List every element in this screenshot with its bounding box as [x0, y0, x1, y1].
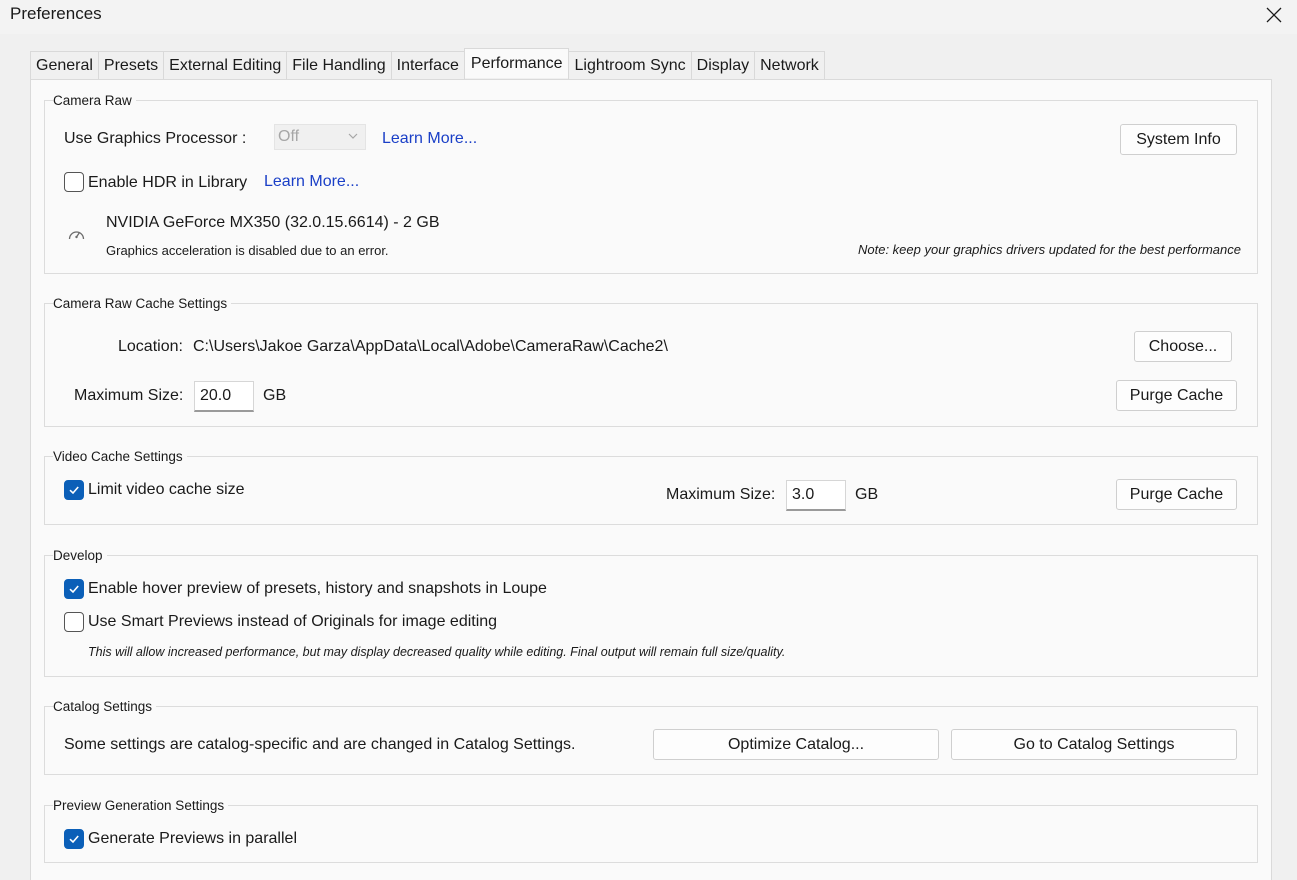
preview-group-title: Preview Generation Settings — [53, 798, 229, 813]
checkmark-icon — [69, 486, 79, 495]
hdr-label: Enable HDR in Library — [88, 174, 248, 191]
cache-unit: GB — [263, 387, 287, 404]
hdr-learn-more-link[interactable]: Learn More... — [264, 173, 359, 191]
driver-note: Note: keep your graphics drivers updated… — [858, 242, 1241, 257]
gpu-name: NVIDIA GeForce MX350 (32.0.15.6614) - 2 … — [106, 214, 440, 231]
video-max-label: Maximum Size: — [666, 486, 776, 503]
parallel-previews-label: Generate Previews in parallel — [88, 830, 297, 847]
limit-video-cache-label: Limit video cache size — [88, 481, 245, 498]
gpu-select-value: Off — [278, 128, 300, 145]
system-info-button[interactable]: System Info — [1120, 124, 1237, 155]
video-max-input[interactable]: 3.0 — [786, 480, 846, 511]
checkmark-icon — [69, 835, 79, 844]
tab-lightroom-sync[interactable]: Lightroom Sync — [568, 51, 692, 80]
smart-previews-checkbox[interactable] — [64, 612, 84, 632]
hover-preview-checkbox[interactable] — [64, 579, 84, 599]
tab-bar: General Presets External Editing File Ha… — [30, 48, 825, 80]
location-value: C:\Users\Jakoe Garza\AppData\Local\Adobe… — [193, 338, 668, 355]
hdr-checkbox[interactable] — [64, 172, 84, 192]
checkmark-icon — [69, 585, 79, 594]
tab-external-editing[interactable]: External Editing — [163, 51, 288, 80]
video-cache-group-title: Video Cache Settings — [53, 449, 187, 464]
develop-group-title: Develop — [53, 548, 107, 563]
limit-video-cache-checkbox[interactable] — [64, 480, 84, 500]
video-purge-cache-button[interactable]: Purge Cache — [1116, 479, 1237, 510]
cache-group-title: Camera Raw Cache Settings — [53, 296, 232, 311]
hover-preview-label: Enable hover preview of presets, history… — [88, 580, 547, 597]
tab-file-handling[interactable]: File Handling — [286, 51, 392, 80]
tab-performance[interactable]: Performance — [463, 48, 570, 78]
tab-presets[interactable]: Presets — [97, 51, 165, 80]
gpu-label: Use Graphics Processor : — [64, 130, 247, 147]
purge-cache-button[interactable]: Purge Cache — [1116, 380, 1237, 411]
cache-max-input[interactable]: 20.0 — [194, 381, 254, 412]
title-bar: Preferences — [0, 0, 1297, 34]
choose-button[interactable]: Choose... — [1134, 331, 1232, 362]
parallel-previews-checkbox[interactable] — [64, 829, 84, 849]
cache-max-label: Maximum Size: — [74, 387, 184, 404]
location-label: Location: — [118, 338, 183, 355]
camera-raw-group-title: Camera Raw — [53, 93, 136, 108]
tab-interface[interactable]: Interface — [390, 51, 465, 80]
window-title: Preferences — [10, 4, 102, 23]
catalog-group-title: Catalog Settings — [53, 699, 157, 714]
smart-previews-label: Use Smart Previews instead of Originals … — [88, 613, 498, 630]
tab-network[interactable]: Network — [754, 51, 825, 80]
chevron-down-icon — [348, 133, 358, 139]
go-to-catalog-settings-button[interactable]: Go to Catalog Settings — [951, 729, 1237, 760]
tab-display[interactable]: Display — [690, 51, 756, 80]
smart-previews-note: This will allow increased performance, b… — [88, 645, 786, 659]
gpu-learn-more-link[interactable]: Learn More... — [382, 130, 477, 148]
gpu-select[interactable]: Off — [274, 124, 366, 150]
close-button[interactable] — [1251, 0, 1297, 30]
close-icon — [1266, 7, 1282, 23]
speedometer-icon — [68, 231, 85, 240]
gpu-status: Graphics acceleration is disabled due to… — [106, 243, 389, 258]
tab-general[interactable]: General — [30, 51, 99, 80]
video-unit: GB — [855, 486, 879, 503]
optimize-catalog-button[interactable]: Optimize Catalog... — [653, 729, 939, 760]
catalog-text: Some settings are catalog-specific and a… — [64, 736, 576, 753]
